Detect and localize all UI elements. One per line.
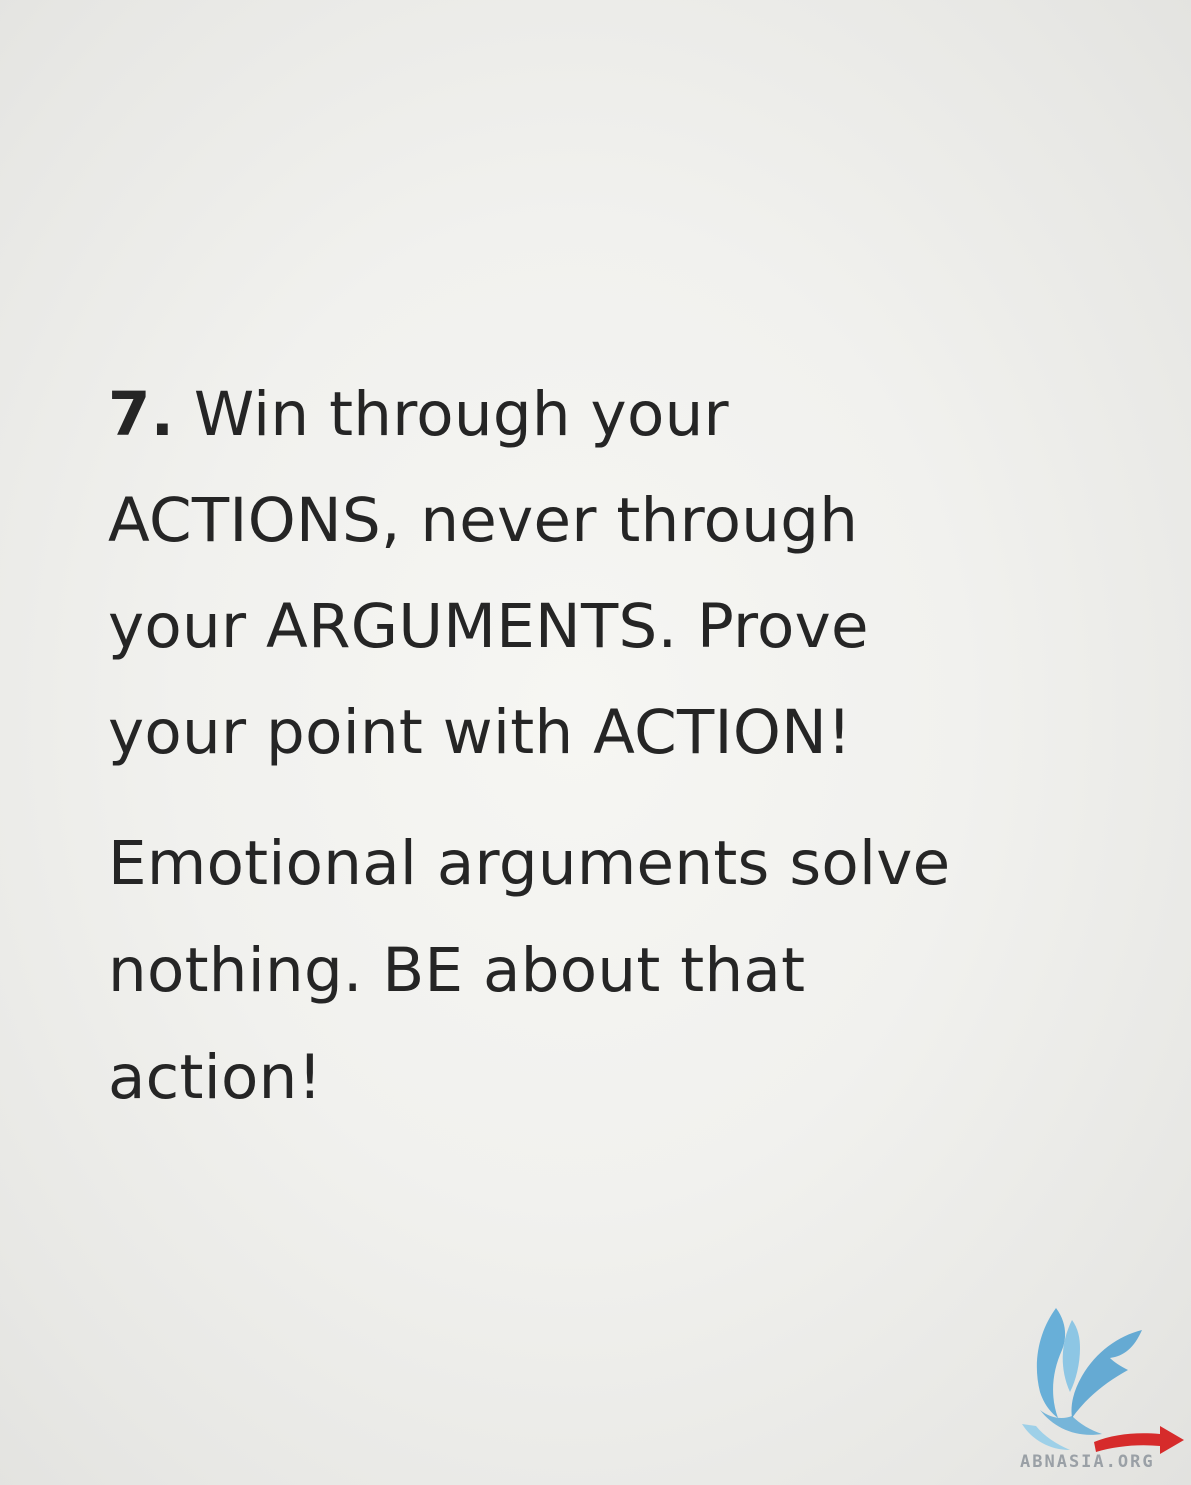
point-body: Emotional arguments solve nothing. BE ab… [108,810,1108,1131]
watermark-text: ABNASIA.ORG [1020,1452,1155,1472]
body-line-2: nothing. BE about that [108,935,806,1006]
point-heading: 7. Win through your ACTIONS, never throu… [108,362,1108,786]
quote-card: 7. Win through your ACTIONS, never throu… [108,362,1108,1131]
heading-line-4: your point with ACTION! [108,697,852,768]
body-line-1: Emotional arguments solve [108,828,951,899]
heading-line-1: 7. Win through your [108,362,1108,468]
heading-line-2: ACTIONS, never through [108,485,859,556]
watermark: ABNASIA.ORG [1010,1300,1190,1480]
body-line-3: action! [108,1042,323,1113]
bird-logo-icon [1022,1308,1184,1454]
heading-line-1-text: Win through your [174,379,729,450]
heading-line-3: your ARGUMENTS. Prove [108,591,869,662]
point-number: 7. [108,379,175,450]
